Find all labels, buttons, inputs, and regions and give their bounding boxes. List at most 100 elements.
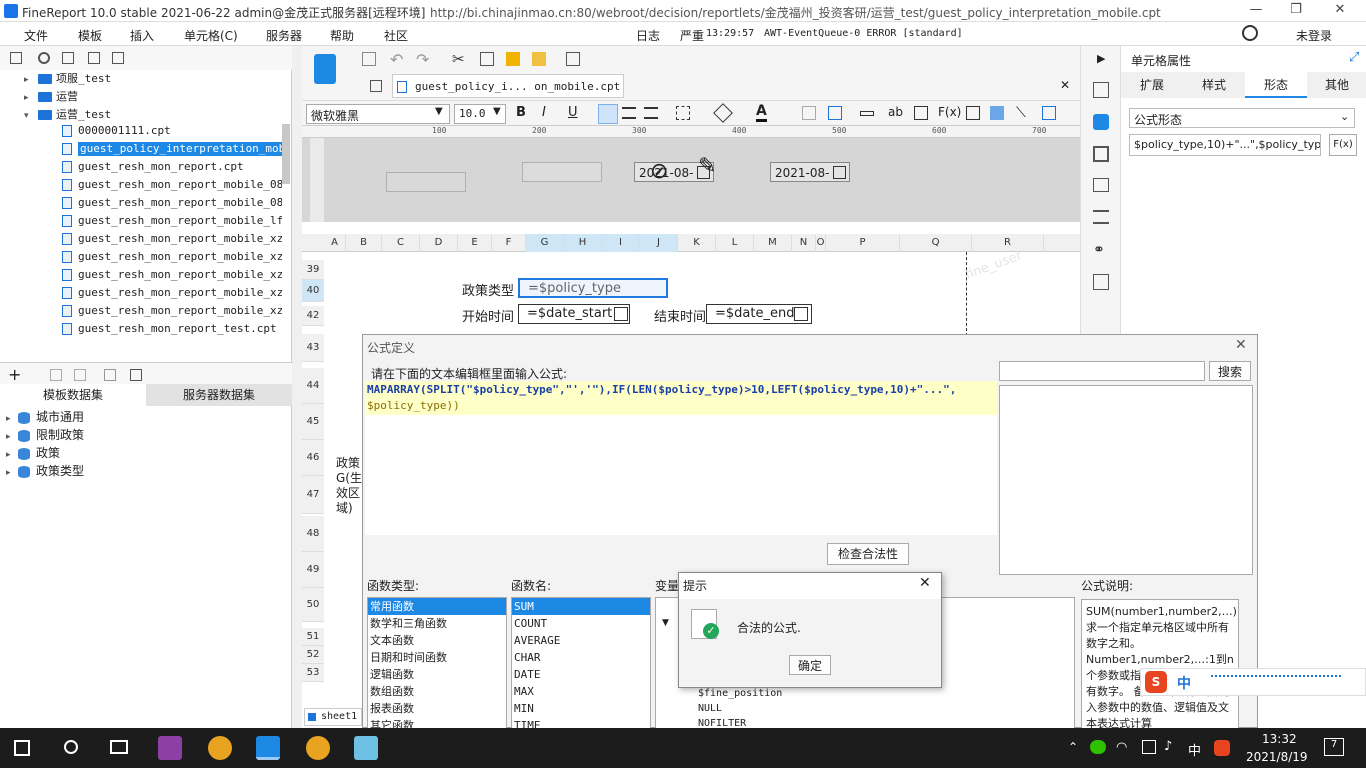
redo-icon[interactable]: ↷ <box>416 50 429 69</box>
column-header-cell[interactable]: R <box>972 234 1044 252</box>
hidden-eye-icon[interactable]: ⊘ <box>650 158 680 186</box>
sogou-icon[interactable]: S <box>1145 671 1167 693</box>
variable-item[interactable]: NULL <box>696 701 996 716</box>
search-icon[interactable] <box>1242 25 1258 41</box>
func-type-list[interactable]: 常用函数 数学和三角函数 文本函数 日期和时间函数 逻辑函数 数组函数 报表函数 其它函数 <box>367 597 507 729</box>
formula-editor[interactable]: MAPARRAY(SPLIT("$policy_type","','"),IF(… <box>365 381 997 535</box>
collapse-right-icon[interactable]: ▶ <box>1097 52 1105 65</box>
column-header-cell[interactable]: C <box>382 234 420 252</box>
func-type-item[interactable]: 数组函数 <box>368 683 506 700</box>
chevron-right-icon[interactable]: ▸ <box>6 468 18 478</box>
form-select[interactable]: 公式形态 ⌄ <box>1129 108 1355 128</box>
end-label-cell[interactable]: 结束时间 <box>654 306 706 325</box>
func-name-list[interactable]: SUM COUNT AVERAGE CHAR DATE MAX MIN TIME <box>511 597 651 729</box>
tree-item[interactable]: guest_resh_mon_report_mobile_xzb_1 <box>0 250 282 268</box>
font-size-select[interactable]: 10.0 ▼ <box>454 104 506 124</box>
func-name-item[interactable]: MIN <box>512 700 650 717</box>
column-header-cell[interactable]: M <box>754 234 792 252</box>
side-text-cell[interactable]: 政策G(生效区域) <box>336 456 362 516</box>
dataset-item[interactable]: ▸ 政策类型 <box>0 462 282 480</box>
export-icon[interactable] <box>1093 274 1109 290</box>
menu-template[interactable]: 模板 <box>78 27 102 44</box>
chevron-right-icon[interactable]: ▸ <box>6 450 18 460</box>
notification-icon[interactable]: 7 <box>1324 738 1344 756</box>
taskbar-lang[interactable]: 中 <box>1188 740 1201 759</box>
tree-item[interactable]: ▸ 运营 <box>0 88 282 106</box>
fx-button[interactable]: F(x) <box>1329 134 1357 156</box>
menu-help[interactable]: 帮助 <box>330 27 354 44</box>
text-icon[interactable]: ab <box>888 105 903 119</box>
new-folder-icon[interactable] <box>10 52 22 64</box>
winrar-icon[interactable] <box>158 736 182 760</box>
search-button[interactable]: 搜索 <box>1209 361 1251 381</box>
func-type-item[interactable]: 逻辑函数 <box>368 666 506 683</box>
row-header-cell[interactable]: 48 <box>302 516 324 552</box>
align-right-icon[interactable] <box>644 107 658 119</box>
undo-icon[interactable]: ↶ <box>390 50 403 69</box>
chevron-right-icon[interactable]: ▸ <box>24 93 38 103</box>
task-view-icon[interactable] <box>110 740 128 754</box>
func-name-item[interactable]: MAX <box>512 683 650 700</box>
tab-template-dataset[interactable]: 模板数据集 <box>0 384 146 406</box>
grid-body[interactable]: fine_user 政策类型 =$policy_type 开始时间 =$date… <box>324 248 1080 336</box>
func-name-item[interactable]: DATE <box>512 666 650 683</box>
element-icon[interactable] <box>1093 146 1109 162</box>
column-header-cell[interactable]: N <box>792 234 816 252</box>
row-header-cell[interactable]: 40 <box>302 280 324 302</box>
func-name-item[interactable]: AVERAGE <box>512 632 650 649</box>
font-select[interactable]: 微软雅黑 ▼ <box>306 104 450 124</box>
row-header-cell[interactable]: 46 <box>302 440 324 476</box>
func-name-item[interactable]: SUM <box>512 598 650 615</box>
tree-scrollbar[interactable] <box>282 124 290 184</box>
policy-label-cell[interactable]: 政策类型 <box>462 280 514 299</box>
dataset-item[interactable]: ▸ 城市通用 <box>0 408 282 426</box>
cut-icon[interactable]: ✂ <box>452 50 465 68</box>
settings-icon[interactable] <box>62 52 74 64</box>
chevron-right-icon[interactable]: ▸ <box>6 432 18 442</box>
tree-item[interactable]: guest_resh_mon_report_mobile_xzb_2 <box>0 268 282 286</box>
picture-icon[interactable] <box>990 106 1004 120</box>
close-icon[interactable]: ✕ <box>1235 337 1247 353</box>
row-header-cell[interactable]: 52 <box>302 646 324 664</box>
row-header-cell[interactable]: 45 <box>302 404 324 440</box>
preview-icon[interactable] <box>104 369 116 381</box>
login-link[interactable]: 未登录 <box>1296 27 1332 44</box>
copy-icon[interactable] <box>112 52 124 64</box>
func-type-item[interactable]: 文本函数 <box>368 632 506 649</box>
tree-item[interactable]: 0000001111.cpt <box>0 124 282 142</box>
tree-item[interactable]: guest_resh_mon_report_mobile_xzb_4 <box>0 304 282 322</box>
tab-form[interactable]: 形态 <box>1245 72 1307 98</box>
tree-item[interactable]: guest_policy_interpretation_mobile <box>0 142 282 160</box>
copy-cell-icon[interactable] <box>480 52 494 66</box>
menu-server[interactable]: 服务器 <box>266 27 302 44</box>
refresh-icon[interactable] <box>38 52 50 64</box>
report-icon[interactable] <box>314 54 336 84</box>
delete-dataset-icon[interactable] <box>74 369 86 381</box>
row-header-cell[interactable]: 47 <box>302 476 324 514</box>
param-icon[interactable] <box>130 369 142 381</box>
column-header-cell[interactable]: F <box>492 234 526 252</box>
column-header-cell[interactable]: O <box>816 234 826 252</box>
parameter-pane[interactable]: 2021-08- ⊘ ✎ 2021-08- <box>302 138 1080 222</box>
ime-tools-icon[interactable] <box>1211 675 1341 689</box>
paste-icon[interactable] <box>506 52 520 66</box>
insert-row-icon[interactable] <box>860 111 874 116</box>
volume-icon[interactable]: ♪ <box>1164 739 1172 754</box>
func-type-item[interactable]: 日期和时间函数 <box>368 649 506 666</box>
tree-expand-icon[interactable]: ▼ <box>662 618 669 628</box>
find-icon[interactable] <box>566 52 580 66</box>
column-header-cell[interactable]: D <box>420 234 458 252</box>
close-tab-icon[interactable]: ✕ <box>1060 78 1070 92</box>
format-painter-icon[interactable] <box>532 52 546 66</box>
tab-expand[interactable]: 扩展 <box>1121 72 1183 98</box>
add-icon[interactable]: + <box>8 365 21 384</box>
formula-field[interactable]: $policy_type,10)+"...",$policy_type)) <box>1129 134 1321 156</box>
chevron-right-icon[interactable]: ▾ <box>24 111 38 121</box>
save-icon[interactable] <box>362 52 376 66</box>
grid-icon[interactable] <box>370 80 382 92</box>
minimize-button[interactable]: — <box>1246 2 1266 20</box>
delete-icon[interactable] <box>88 52 100 64</box>
tab-server-dataset[interactable]: 服务器数据集 <box>146 384 292 406</box>
tab-other[interactable]: 其他 <box>1307 72 1366 98</box>
row-header-cell[interactable]: 42 <box>302 306 324 326</box>
